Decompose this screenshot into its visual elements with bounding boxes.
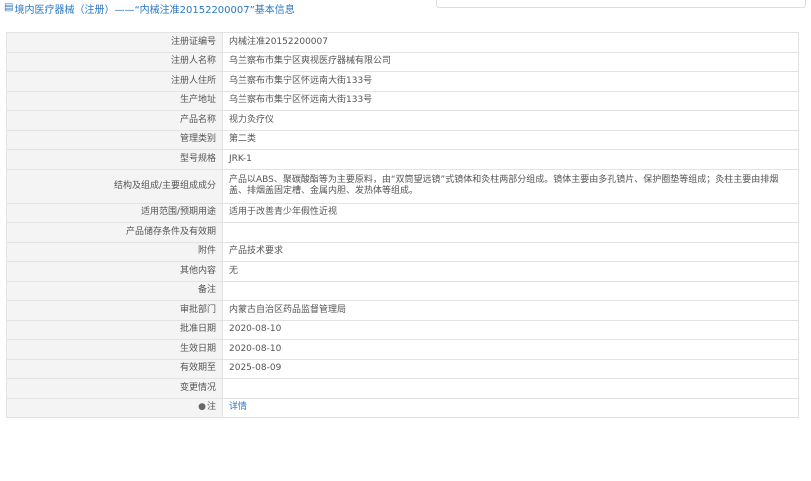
row-value: 产品以ABS、聚碳酸酯等为主要原料，由“双筒望远镜”式镜体和灸柱两部分组成。镜体… — [222, 168, 799, 204]
row-label: 管理类别 — [6, 129, 223, 150]
row-value: 无 — [222, 261, 799, 282]
row-value — [222, 378, 799, 399]
row-label: 变更情况 — [6, 378, 223, 399]
table-row: 审批部门 内蒙古自治区药品监督管理局 — [6, 300, 799, 321]
row-value: 内械注准20152200007 — [222, 32, 799, 53]
table-row: 其他内容 无 — [6, 261, 799, 282]
table-row: 生效日期 2020-08-10 — [6, 339, 799, 360]
row-label: 其他内容 — [6, 261, 223, 282]
row-label: 审批部门 — [6, 300, 223, 321]
row-value: 视力灸疗仪 — [222, 110, 799, 131]
table-row: 变更情况 — [6, 378, 799, 399]
row-value: 第二类 — [222, 129, 799, 150]
details-link[interactable]: 详情 — [229, 402, 247, 412]
note-label-cell: ●注 — [6, 397, 223, 418]
table-row-note: ●注 详情 — [6, 397, 799, 418]
row-label: 型号规格 — [6, 149, 223, 170]
document-icon: ▤ — [4, 2, 14, 13]
table-row: 生产地址 乌兰察布市集宁区怀远南大街133号 — [6, 90, 799, 111]
table-row: 注册人住所 乌兰察布市集宁区怀远南大街133号 — [6, 71, 799, 92]
table-row: 备注 — [6, 280, 799, 301]
row-label: 注册人名称 — [6, 51, 223, 72]
map-pin-icon: ● — [198, 402, 206, 413]
row-value: 2020-08-10 — [222, 319, 799, 340]
row-value — [222, 222, 799, 243]
row-value: 乌兰察布市集宁区爽视医疗器械有限公司 — [222, 51, 799, 72]
row-value: JRK-1 — [222, 149, 799, 170]
row-value: 乌兰察布市集宁区怀远南大街133号 — [222, 71, 799, 92]
row-value: 2025-08-09 — [222, 358, 799, 379]
table-row: 产品储存条件及有效期 — [6, 222, 799, 243]
row-value: 2020-08-10 — [222, 339, 799, 360]
row-value: 产品技术要求 — [222, 241, 799, 262]
note-label: 注 — [206, 402, 216, 413]
row-label: 备注 — [6, 280, 223, 301]
row-label: 有效期至 — [6, 358, 223, 379]
table-row: 适用范围/预期用途 适用于改善青少年假性近视 — [6, 202, 799, 223]
row-value: 内蒙古自治区药品监督管理局 — [222, 300, 799, 321]
row-label: 产品名称 — [6, 110, 223, 131]
search-box[interactable] — [436, 0, 806, 8]
table-row: 有效期至 2025-08-09 — [6, 358, 799, 379]
table-row: 批准日期 2020-08-10 — [6, 319, 799, 340]
row-label: 批准日期 — [6, 319, 223, 340]
table-row: 注册证编号 内械注准20152200007 — [6, 32, 799, 53]
note-value-cell: 详情 — [222, 397, 799, 418]
row-label: 附件 — [6, 241, 223, 262]
row-label: 产品储存条件及有效期 — [6, 222, 223, 243]
table-row: 产品名称 视力灸疗仪 — [6, 110, 799, 131]
info-table: 注册证编号 内械注准20152200007 注册人名称 乌兰察布市集宁区爽视医疗… — [6, 32, 799, 418]
row-label: 注册人住所 — [6, 71, 223, 92]
table-row: 型号规格 JRK-1 — [6, 149, 799, 170]
row-label: 适用范围/预期用途 — [6, 202, 223, 223]
table-row: 结构及组成/主要组成成分 产品以ABS、聚碳酸酯等为主要原料，由“双筒望远镜”式… — [6, 168, 799, 204]
table-row: 管理类别 第二类 — [6, 129, 799, 150]
table-row: 附件 产品技术要求 — [6, 241, 799, 262]
row-value: 适用于改善青少年假性近视 — [222, 202, 799, 223]
row-label: 生产地址 — [6, 90, 223, 111]
page-title: 境内医疗器械（注册）——“内械注准20152200007”基本信息 — [14, 4, 295, 16]
row-label: 注册证编号 — [6, 32, 223, 53]
row-value — [222, 280, 799, 301]
row-label: 结构及组成/主要组成成分 — [6, 168, 223, 204]
row-label: 生效日期 — [6, 339, 223, 360]
row-value: 乌兰察布市集宁区怀远南大街133号 — [222, 90, 799, 111]
table-row: 注册人名称 乌兰察布市集宁区爽视医疗器械有限公司 — [6, 51, 799, 72]
